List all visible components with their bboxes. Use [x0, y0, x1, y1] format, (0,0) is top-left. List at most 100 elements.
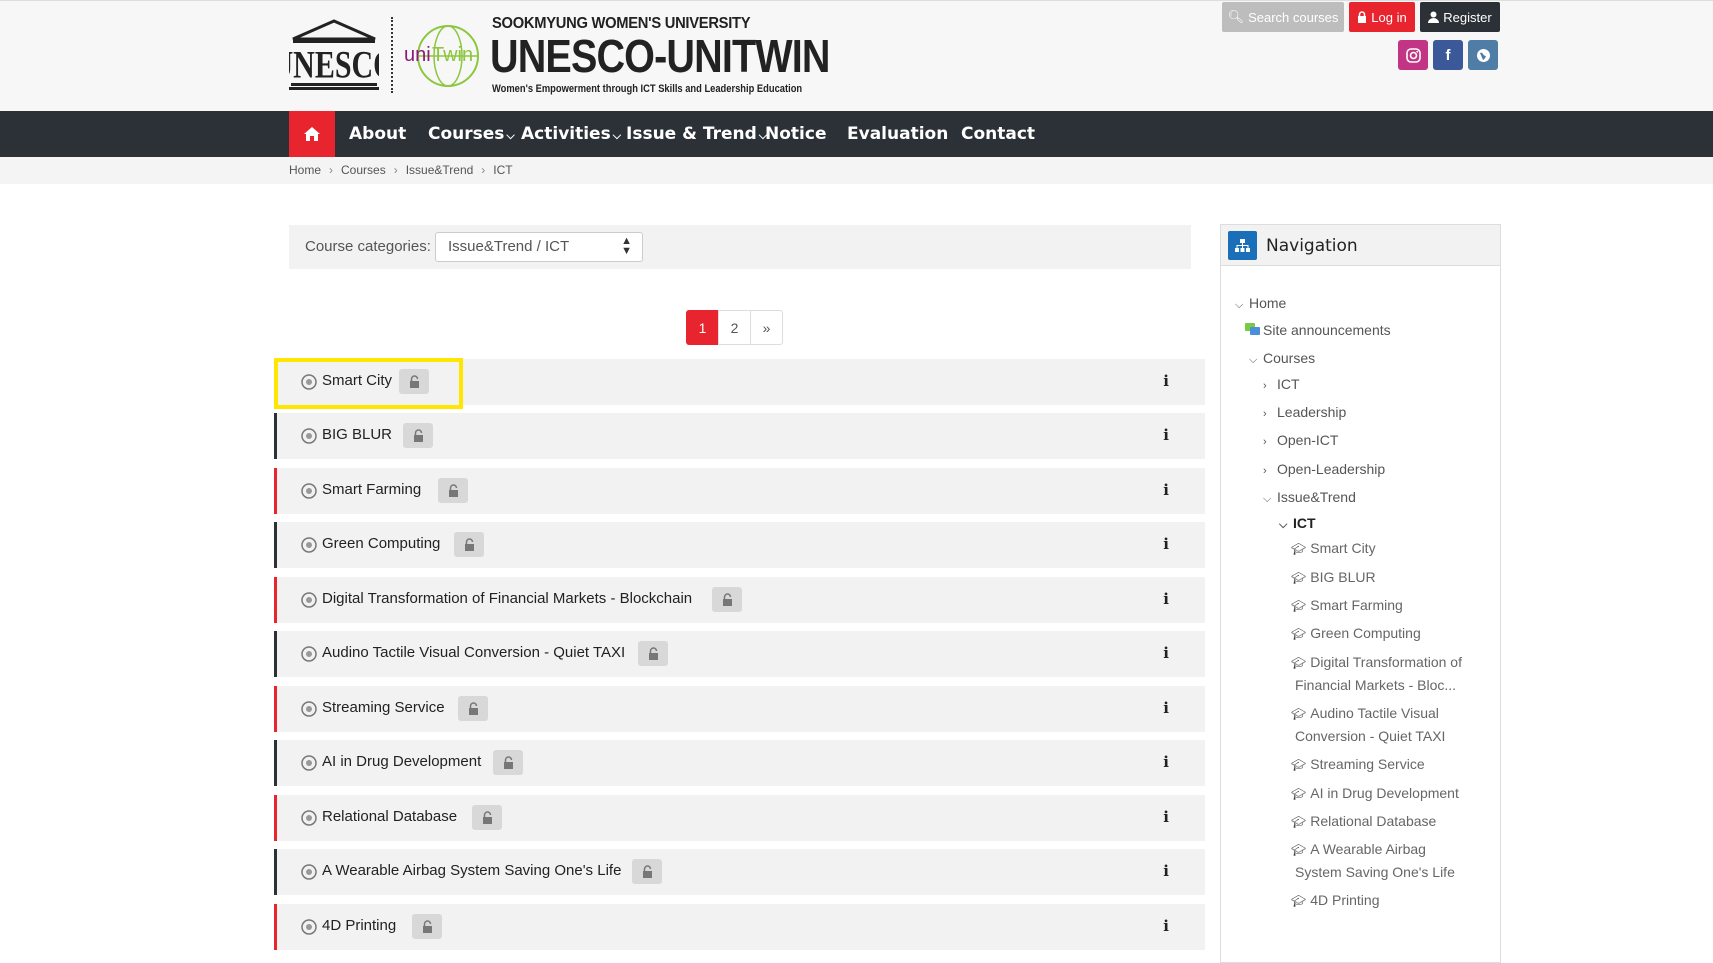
course-name[interactable]: Audino Tactile Visual Conversion - Quiet… — [322, 644, 625, 661]
info-icon[interactable]: i — [1163, 699, 1169, 717]
nav-tree-site-announcements[interactable]: Site announcements — [1245, 318, 1391, 343]
course-name[interactable]: Relational Database — [322, 808, 457, 825]
nav-tree-category-label: Leadership — [1277, 404, 1347, 420]
course-row-relational-database[interactable]: Relational Database i — [274, 795, 1205, 841]
course-row-ai-drug-development[interactable]: AI in Drug Development i — [274, 740, 1205, 786]
breadcrumb-ict[interactable]: ICT — [493, 163, 512, 177]
nav-tree-course[interactable]: 🎓︎ Smart City — [1291, 536, 1376, 562]
course-name[interactable]: 4D Printing — [322, 917, 396, 934]
course-category-select[interactable]: Issue&Trend / ICT ▲ ▼ — [435, 232, 643, 262]
nav-tree-course[interactable]: 🎓︎ BIG BLUR — [1291, 565, 1376, 591]
nav-activities[interactable]: Activities ⌵ — [521, 111, 621, 157]
course-row-smart-city[interactable]: Smart City i — [274, 359, 1205, 405]
nav-tree-course-label: Green Computing — [1310, 625, 1421, 641]
nav-tree-course[interactable]: 🎓︎ Streaming Service — [1291, 752, 1425, 778]
guest-access-lock-icon — [399, 369, 429, 394]
home-button[interactable] — [289, 111, 335, 157]
course-row-audino-tactile[interactable]: Audino Tactile Visual Conversion - Quiet… — [274, 631, 1205, 677]
site-title[interactable]: UNESCO-UNITWIN — [490, 33, 830, 79]
guest-access-lock-icon — [493, 750, 523, 775]
nav-tree-course[interactable]: 🎓︎ AI in Drug Development — [1291, 781, 1459, 807]
nav-tree-category-open-leadership[interactable]: › Open-Leadership — [1263, 457, 1385, 484]
nav-tree-course-continued[interactable]: Conversion - Quiet TAXI — [1295, 724, 1445, 749]
breadcrumb-issue-trend[interactable]: Issue&Trend — [406, 163, 474, 177]
nav-tree-category-issue-trend[interactable]: ⌵ Issue&Trend — [1263, 485, 1356, 512]
nav-courses[interactable]: Courses ⌵ — [428, 111, 515, 157]
globe-icon[interactable] — [1468, 40, 1498, 70]
nav-tree-course[interactable]: 🎓︎ 4D Printing — [1291, 888, 1380, 914]
course-row-digital-transformation[interactable]: Digital Transformation of Financial Mark… — [274, 577, 1205, 623]
info-icon[interactable]: i — [1163, 590, 1169, 608]
info-icon[interactable]: i — [1163, 535, 1169, 553]
course-row-big-blur[interactable]: BIG BLUR i — [274, 413, 1205, 459]
nav-tree-course-continued[interactable]: System Saving One's Life — [1295, 860, 1455, 885]
course-row-smart-farming[interactable]: Smart Farming i — [274, 468, 1205, 514]
facebook-icon[interactable]: f — [1433, 40, 1463, 70]
nav-issue-trend[interactable]: Issue & Trend ⌵ — [626, 111, 767, 157]
nav-tree-courses[interactable]: ⌵ Courses — [1249, 346, 1315, 373]
unesco-logo[interactable]: UNESCO — [289, 19, 379, 91]
nav-tree-course[interactable]: 🎓︎ Relational Database — [1291, 809, 1436, 835]
page-2-button[interactable]: 2 — [718, 310, 751, 345]
course-row-wearable-airbag[interactable]: A Wearable Airbag System Saving One's Li… — [274, 849, 1205, 895]
login-button[interactable]: Log in — [1349, 2, 1415, 32]
info-icon[interactable]: i — [1163, 808, 1169, 826]
chevron-right-icon: › — [481, 163, 486, 177]
breadcrumb-home[interactable]: Home — [289, 163, 321, 177]
info-icon[interactable]: i — [1163, 426, 1169, 444]
info-icon[interactable]: i — [1163, 372, 1169, 390]
nav-tree-category-open-ict[interactable]: › Open-ICT — [1263, 428, 1338, 455]
user-icon — [1428, 11, 1440, 23]
course-row-green-computing[interactable]: Green Computing i — [274, 522, 1205, 568]
nav-tree-course[interactable]: 🎓︎ Green Computing — [1291, 621, 1421, 647]
course-name[interactable]: BIG BLUR — [322, 426, 392, 443]
info-icon[interactable]: i — [1163, 753, 1169, 771]
course-name[interactable]: Streaming Service — [322, 699, 445, 716]
guest-access-lock-icon — [712, 587, 742, 612]
page-1-button[interactable]: 1 — [686, 310, 719, 345]
nav-notice[interactable]: Notice — [765, 111, 826, 157]
nav-tree-course[interactable]: 🎓︎ Smart Farming — [1291, 593, 1403, 619]
course-name[interactable]: A Wearable Airbag System Saving One's Li… — [322, 862, 621, 879]
select-arrows-icon: ▲ ▼ — [621, 235, 632, 257]
course-globe-icon — [301, 428, 317, 444]
nav-tree-site-announcements-label: Site announcements — [1263, 322, 1391, 338]
course-category-value: Issue&Trend / ICT — [448, 238, 570, 255]
chevron-down-icon: ⌵ — [1279, 519, 1288, 531]
nav-about[interactable]: About — [349, 111, 406, 157]
nav-tree-category-ict[interactable]: › ICT — [1263, 372, 1300, 399]
guest-access-lock-icon — [454, 532, 484, 557]
course-name[interactable]: Green Computing — [322, 535, 440, 552]
next-page-button[interactable]: » — [750, 310, 783, 345]
nav-tree-current-ict[interactable]: ⌵ ICT — [1279, 511, 1316, 538]
search-courses-button[interactable]: 🔍︎ Search courses — [1222, 2, 1344, 32]
course-row-4d-printing[interactable]: 4D Printing i — [274, 904, 1205, 950]
info-icon[interactable]: i — [1163, 644, 1169, 662]
instagram-icon[interactable] — [1398, 40, 1428, 70]
course-name[interactable]: Smart Farming — [322, 481, 421, 498]
nav-tree-course-label: Smart Farming — [1310, 597, 1403, 613]
nav-activities-label: Activities — [521, 124, 611, 144]
course-category-bar: Course categories: Issue&Trend / ICT ▲ ▼ — [289, 225, 1191, 269]
nav-tree-course-label: Digital Transformation of — [1310, 654, 1462, 670]
course-name[interactable]: Digital Transformation of Financial Mark… — [322, 590, 692, 607]
nav-tree-course-label: BIG BLUR — [1310, 569, 1376, 585]
unitwin-logo[interactable]: uni Twin — [402, 19, 480, 93]
info-icon[interactable]: i — [1163, 862, 1169, 880]
nav-tree-home[interactable]: ⌵ Home — [1235, 291, 1286, 318]
nav-tree-course-label: AI in Drug Development — [1310, 785, 1459, 801]
info-icon[interactable]: i — [1163, 481, 1169, 499]
info-icon[interactable]: i — [1163, 917, 1169, 935]
course-row-streaming-service[interactable]: Streaming Service i — [274, 686, 1205, 732]
nav-tree-course-continued[interactable]: Financial Markets - Bloc... — [1295, 673, 1456, 698]
nav-contact[interactable]: Contact — [961, 111, 1035, 157]
course-name[interactable]: AI in Drug Development — [322, 753, 481, 770]
nav-evaluation[interactable]: Evaluation — [847, 111, 948, 157]
nav-tree-category-leadership[interactable]: › Leadership — [1263, 400, 1346, 427]
guest-access-lock-icon — [472, 805, 502, 830]
graduation-cap-icon: 🎓︎ — [1291, 843, 1307, 857]
nav-tree-courses-label: Courses — [1263, 350, 1316, 366]
course-name[interactable]: Smart City — [322, 372, 392, 389]
breadcrumb-courses[interactable]: Courses — [341, 163, 386, 177]
register-button[interactable]: Register — [1420, 2, 1500, 32]
